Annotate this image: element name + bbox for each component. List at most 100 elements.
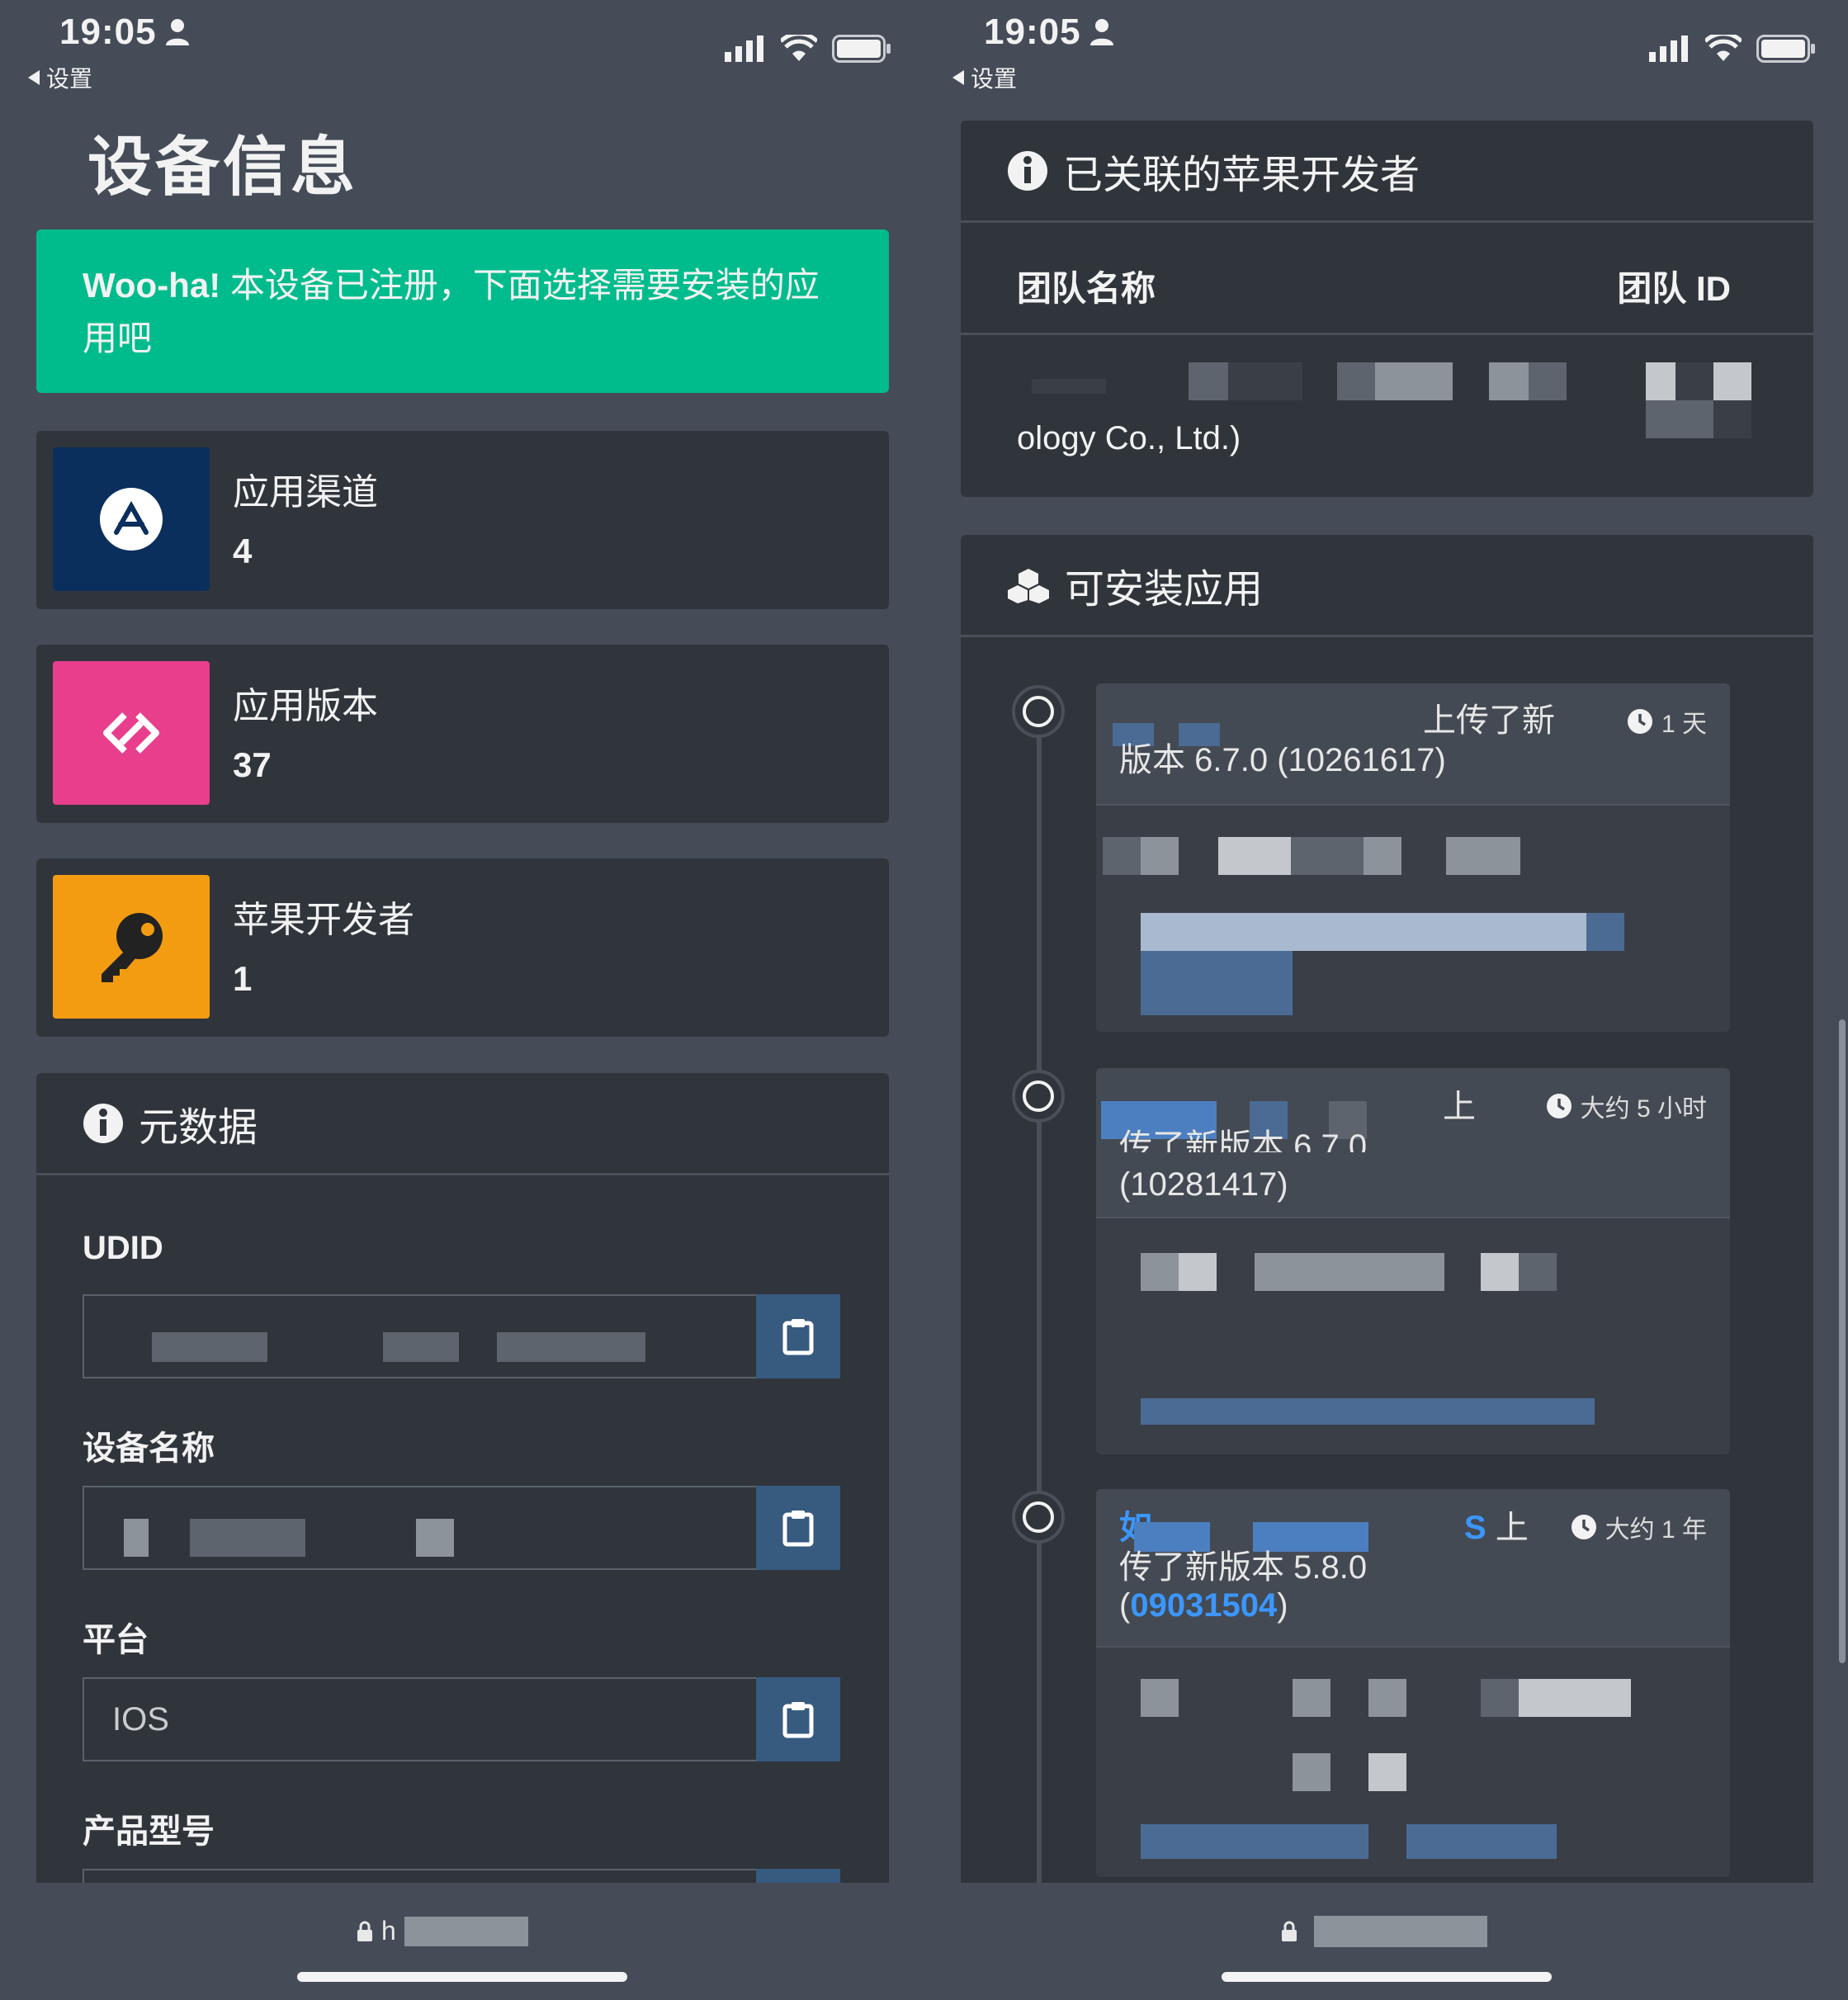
wifi-icon — [1705, 35, 1742, 61]
version-text: 传了新版本 5.8.0 — [1119, 1549, 1368, 1586]
paren-open: ( — [1119, 1587, 1131, 1624]
info-icon — [1008, 150, 1047, 191]
redacted-description — [1519, 1253, 1557, 1291]
upload-time: 大约 5 小时 — [1546, 1088, 1707, 1124]
install-button-redacted[interactable] — [1141, 1398, 1595, 1425]
metadata-header: 元数据 — [36, 1073, 889, 1175]
redacted-device-name — [416, 1519, 454, 1557]
timeline-item-header: 如 S 上 S 上 大约 1 年 传了新版本 5.8.0 (09031504) — [1096, 1489, 1730, 1648]
back-to-settings[interactable]: 设置 — [952, 61, 1017, 94]
redacted-description — [1141, 1679, 1179, 1717]
back-arrow-icon — [952, 70, 964, 85]
system-icons — [1649, 35, 1816, 63]
redacted-description — [1141, 1253, 1179, 1291]
version-number: (10281417) — [1119, 1166, 1288, 1203]
redacted-description — [1218, 837, 1291, 875]
stat-label: 苹果开发者 — [233, 900, 414, 940]
cubes-icon — [1008, 568, 1049, 603]
key-icon — [53, 875, 210, 1019]
url-bar[interactable] — [1281, 1916, 1487, 1947]
developers-table-header: 团队名称 团队 ID — [961, 225, 1813, 335]
page-title: 设备信息 — [87, 130, 359, 203]
team-id-column: 团队 ID — [1617, 269, 1731, 308]
battery-icon — [832, 35, 891, 63]
redacted-description — [1368, 1679, 1406, 1717]
back-to-settings[interactable]: 设置 — [28, 61, 92, 94]
left-phone-screen: 19:05 设置 设备信息 Woo-ha! 本设备已注册，下面选择需要安装的应用… — [0, 0, 924, 2000]
redacted-description — [1629, 1253, 1667, 1291]
developer-row: ology Co., Ltd.) — [961, 338, 1813, 497]
stat-app-channels[interactable]: 应用渠道 4 — [36, 431, 889, 609]
timeline-dot — [1012, 1491, 1065, 1544]
installable-apps-card: 可安装应用 上传了新 1 天 版本 6.7.0 (10261617) 上 大约 … — [961, 535, 1813, 1938]
app-name-end: S — [1464, 1510, 1486, 1546]
redacted-description — [1481, 1253, 1519, 1291]
person-icon — [1090, 19, 1113, 45]
copy-device-name-button[interactable] — [756, 1486, 840, 1570]
redacted-url — [404, 1916, 528, 1946]
stat-value: 37 — [233, 745, 272, 784]
timeline-item[interactable]: 如 S 上 S 上 大约 1 年 传了新版本 5.8.0 (09031504) — [1096, 1489, 1730, 1877]
copy-platform-button[interactable] — [756, 1677, 840, 1761]
platform-label: 平台 — [83, 1622, 149, 1658]
platform-field: IOS — [83, 1677, 840, 1761]
redacted-description — [1293, 1679, 1330, 1717]
stat-label: 应用版本 — [233, 686, 378, 726]
install-button-redacted[interactable] — [1141, 913, 1586, 951]
system-icons — [725, 35, 891, 63]
apps-header: 可安装应用 — [961, 535, 1813, 637]
redacted-team-id — [1713, 362, 1751, 400]
redacted-description — [1103, 837, 1141, 875]
timeline-item[interactable]: 上 大约 5 小时 传了新版本 6.7.0 (10281417) — [1096, 1068, 1730, 1454]
redacted-team-name — [1032, 379, 1106, 394]
home-indicator[interactable] — [297, 1972, 627, 1982]
lock-icon — [1282, 1921, 1297, 1941]
team-name: ology Co., Ltd.) — [1017, 420, 1241, 456]
scroll-indicator[interactable] — [1839, 1019, 1846, 1663]
redacted-team-id — [1646, 400, 1713, 438]
redacted-app-name — [1134, 1522, 1210, 1552]
device-name-label: 设备名称 — [83, 1430, 215, 1467]
back-label: 设置 — [46, 66, 93, 92]
url-text: h — [381, 1916, 396, 1946]
url-bar[interactable]: h — [357, 1916, 528, 1946]
redacted-team-name — [1189, 362, 1228, 400]
redacted-device-name — [124, 1519, 149, 1557]
timeline-item[interactable]: 上传了新 1 天 版本 6.7.0 (10261617) — [1096, 683, 1730, 1032]
redacted-description — [1519, 1679, 1631, 1717]
install-button-redacted — [1586, 913, 1624, 951]
version-build-link[interactable]: 09031504 — [1130, 1587, 1277, 1624]
upload-time-text: 大约 1 年 — [1605, 1516, 1707, 1544]
redacted-team-name — [1228, 362, 1302, 400]
version-text: 版本 6.7.0 (10261617) — [1119, 742, 1446, 778]
clipboard-icon — [782, 1319, 814, 1355]
upload-verb: 上 — [1495, 1510, 1529, 1546]
cellular-signal-icon — [725, 35, 763, 62]
copy-udid-button[interactable] — [756, 1294, 840, 1378]
redacted-description — [1446, 837, 1520, 875]
device-name-field — [83, 1486, 840, 1570]
status-time: 19:05 — [984, 12, 1081, 52]
lock-icon — [357, 1921, 372, 1941]
developers-card: 已关联的苹果开发者 团队名称 团队 ID ology Co., Ltd.) — [961, 121, 1813, 497]
stat-app-versions[interactable]: 应用版本 37 — [36, 645, 889, 823]
stat-apple-developers[interactable]: 苹果开发者 1 — [36, 858, 889, 1037]
browser-bottom-bar: h — [0, 1883, 924, 2000]
upload-time: 1 天 — [1627, 703, 1707, 740]
product-model-label: 产品型号 — [83, 1813, 215, 1850]
clock-icon — [1571, 1515, 1596, 1539]
platform-input[interactable]: IOS — [84, 1679, 758, 1760]
status-bar: 19:05 设置 — [0, 0, 924, 107]
redacted-udid — [383, 1332, 459, 1362]
browser-bottom-bar — [924, 1883, 1848, 2000]
redacted-url — [1314, 1916, 1487, 1947]
install-button-redacted[interactable] — [1141, 1824, 1368, 1859]
redacted-app-name — [1253, 1522, 1368, 1552]
redacted-udid — [497, 1332, 645, 1362]
home-indicator[interactable] — [1222, 1972, 1552, 1982]
right-phone-screen: 19:05 设置 已关联的苹果开发者 团队名称 团队 ID ology Co.,… — [924, 0, 1848, 2000]
redacted-description — [1179, 1253, 1217, 1291]
wifi-icon — [781, 35, 817, 61]
upload-text: 上传了新 — [1423, 702, 1555, 739]
upload-time: 大约 1 年 — [1571, 1509, 1707, 1545]
